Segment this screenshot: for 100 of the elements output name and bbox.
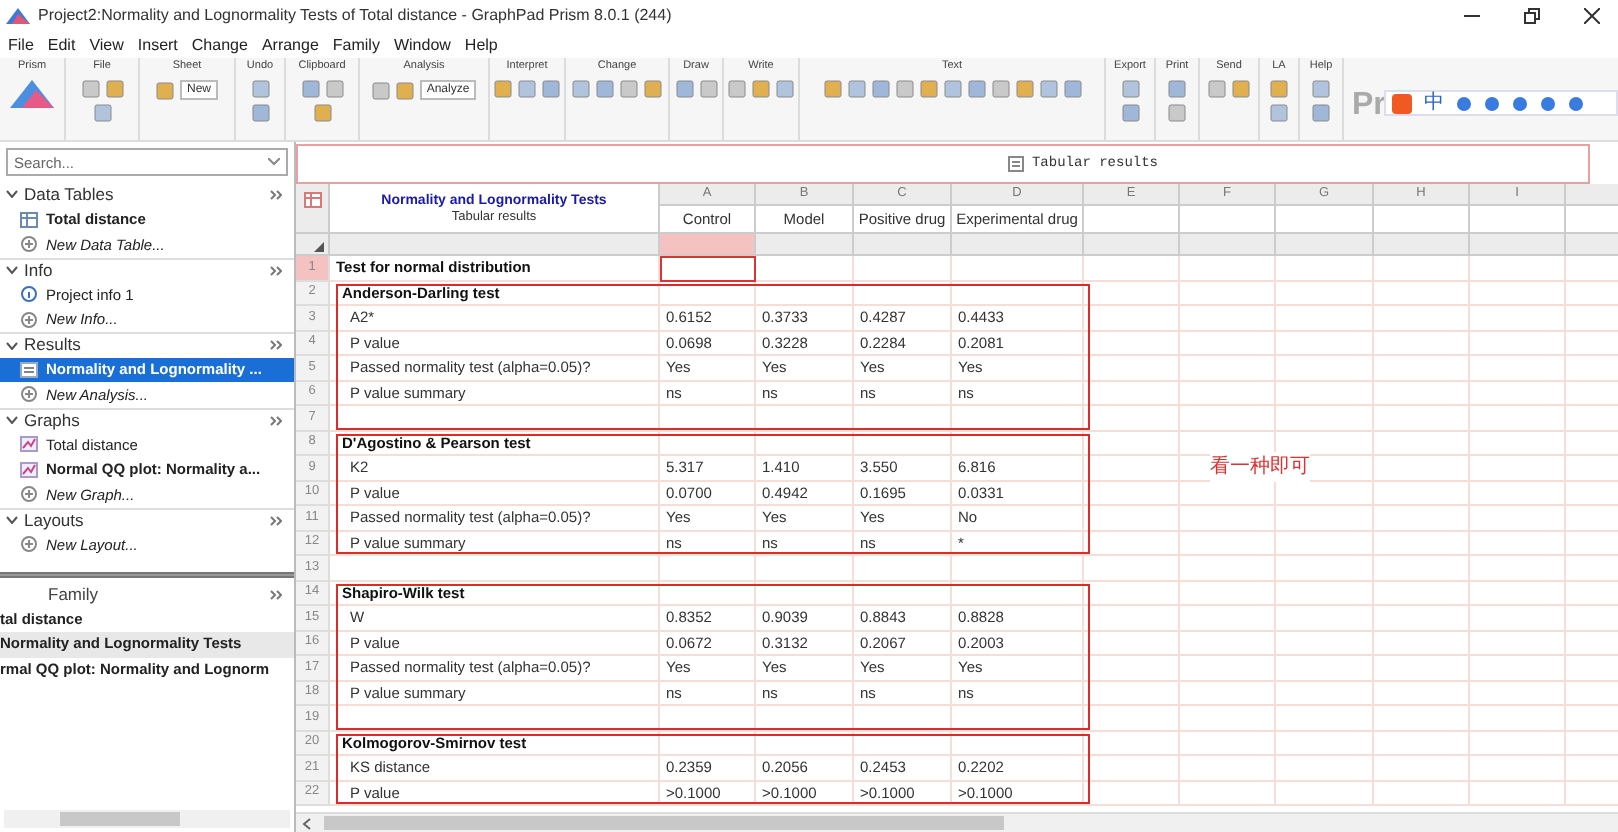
table-cell [1180,556,1276,581]
table-cell [1180,656,1276,681]
table-cell [1180,381,1276,406]
table-cell [1470,556,1566,581]
collapse-icon[interactable] [6,516,18,525]
table-cell [1374,381,1470,406]
menu-item[interactable]: Window [393,33,451,57]
menu-item[interactable]: Family [332,33,380,57]
info-icon [20,286,38,303]
scroll-thumb[interactable] [60,812,180,826]
product-logo: Pr [1352,86,1386,126]
table-cell [1276,756,1374,781]
chevrons-icon[interactable] [270,189,282,200]
table-cell [1374,356,1470,381]
close-icon[interactable] [1584,8,1600,24]
add-icon [20,236,38,253]
menu-item[interactable]: Help [464,33,498,57]
table-cell [1470,631,1566,656]
collapse-icon[interactable] [6,190,18,199]
table-cell[interactable] [1470,206,1566,234]
table-cell [1276,681,1374,706]
table-cell [1276,406,1374,431]
table-cell [1180,706,1276,731]
table-cell [1084,731,1180,756]
select-all-icon[interactable] [314,242,324,252]
table-cell [1084,331,1180,356]
table-cell [1276,581,1374,606]
table-cell [952,281,1084,306]
table-cell [1374,331,1470,356]
table-cell [756,581,854,606]
table-cell [1374,706,1470,731]
chevrons-icon[interactable] [270,589,282,599]
table-cell[interactable] [1374,206,1470,234]
table-cell [1180,606,1276,631]
menu-item[interactable]: Arrange [261,33,319,57]
table-cell [1374,581,1470,606]
menu-item[interactable]: Insert [137,33,178,57]
dropdown-icon[interactable] [268,158,280,166]
menu-item[interactable]: File [8,33,34,57]
table-cell [1180,281,1276,306]
chevrons-icon[interactable] [270,265,282,276]
chevrons-icon[interactable] [270,515,282,526]
table-cell [1374,756,1470,781]
table-cell [1470,331,1566,356]
collapse-icon[interactable] [6,416,18,425]
prism-logo-icon[interactable] [10,80,54,108]
section-header[interactable]: Results [24,332,81,359]
scroll-thumb[interactable] [324,816,1004,830]
list-icon [20,361,38,378]
section-header[interactable]: Layouts [24,507,84,534]
chevrons-icon[interactable] [270,415,282,426]
ime-mode-label[interactable]: 中 [1424,93,1444,113]
section-header[interactable]: Data Tables [24,181,114,208]
table-cell [854,406,952,431]
scrollbar[interactable] [4,810,290,828]
table-cell [1084,556,1180,581]
table-cell [952,706,1084,731]
splitter[interactable] [0,571,294,577]
chevrons-icon[interactable] [270,340,282,351]
table-cell [756,406,854,431]
table-cell [1084,356,1180,381]
collapse-icon[interactable] [6,341,18,350]
table-cell [1470,406,1566,431]
table-cell [660,731,756,756]
section-header[interactable]: Graphs [24,407,80,434]
table-cell [1276,706,1374,731]
menu-item[interactable]: Edit [47,33,76,57]
table-cell [1084,406,1180,431]
table-cell [1470,381,1566,406]
table-cell [1374,481,1470,506]
collapse-icon[interactable] [6,266,18,275]
table-cell [660,281,756,306]
table-cell[interactable] [1180,206,1276,234]
table-cell [1180,406,1276,431]
table-cell [1374,781,1470,806]
menu-item[interactable]: Change [191,33,248,57]
active-cell[interactable] [660,256,756,281]
section-header[interactable]: Info [24,257,53,284]
scrollbar[interactable] [296,812,1618,832]
table-cell [1180,681,1276,706]
table-cell [660,706,756,731]
table-cell [1470,731,1566,756]
table-cell [1276,631,1374,656]
menu-item[interactable]: View [89,33,124,57]
table-cell [1374,456,1470,481]
table-cell [1470,581,1566,606]
table-cell [1084,306,1180,331]
table-cell [1276,506,1374,531]
table-cell [756,706,854,731]
table-cell[interactable] [1276,206,1374,234]
table-icon [20,211,38,228]
ime-toolbar[interactable]: 中 [1384,90,1618,116]
restore-icon[interactable] [1524,8,1540,24]
graph-icon [20,436,38,453]
table-cell[interactable] [1084,206,1180,234]
scroll-left-icon[interactable] [302,817,312,829]
table-cell [1276,606,1374,631]
table-cell [1374,281,1470,306]
toolbar-icon[interactable] [156,81,175,99]
table-cell [1084,606,1180,631]
